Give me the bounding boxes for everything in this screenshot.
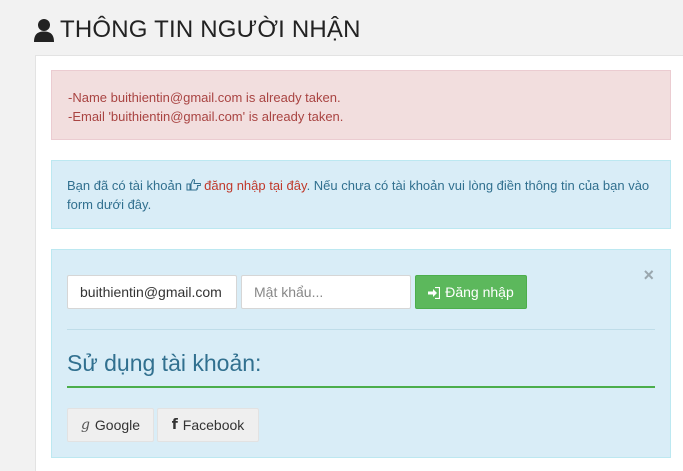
login-button-label: Đăng nhập (445, 284, 514, 300)
login-box: × buithientin@gmail.com Đăng nhập Sử dụn… (51, 249, 671, 458)
google-button-label: Google (94, 417, 141, 433)
page-title: THÔNG TIN NGƯỜI NHẬN (60, 16, 361, 43)
close-icon[interactable]: × (643, 266, 654, 284)
password-field[interactable] (241, 275, 411, 309)
info-alert: Bạn đã có tài khoản đăng nhập tại đây. N… (51, 160, 671, 229)
sign-in-icon (428, 286, 441, 300)
section-title: Sử dụng tài khoản: (67, 350, 262, 376)
login-button[interactable]: Đăng nhập (415, 275, 527, 309)
facebook-login-button[interactable]: f Facebook (157, 408, 259, 442)
section-underline (67, 386, 655, 388)
info-text-before: Bạn đã có tài khoản (67, 178, 186, 193)
google-icon: g (80, 417, 90, 433)
error-message-email: -Email 'buithientin@gmail.com' is alread… (68, 109, 344, 124)
user-icon (34, 18, 54, 42)
google-login-button[interactable]: g Google (67, 408, 154, 442)
facebook-button-label: Facebook (182, 417, 245, 433)
page-header: THÔNG TIN NGƯỜI NHẬN (34, 16, 361, 44)
hand-point-right-icon (186, 177, 201, 191)
error-message-name: -Name buithientin@gmail.com is already t… (68, 90, 341, 105)
login-here-link[interactable]: đăng nhập tại đây (204, 178, 306, 193)
email-field[interactable]: buithientin@gmail.com (67, 275, 237, 309)
facebook-icon: f (171, 417, 178, 433)
error-alert: -Name buithientin@gmail.com is already t… (51, 70, 671, 140)
divider (67, 329, 655, 330)
